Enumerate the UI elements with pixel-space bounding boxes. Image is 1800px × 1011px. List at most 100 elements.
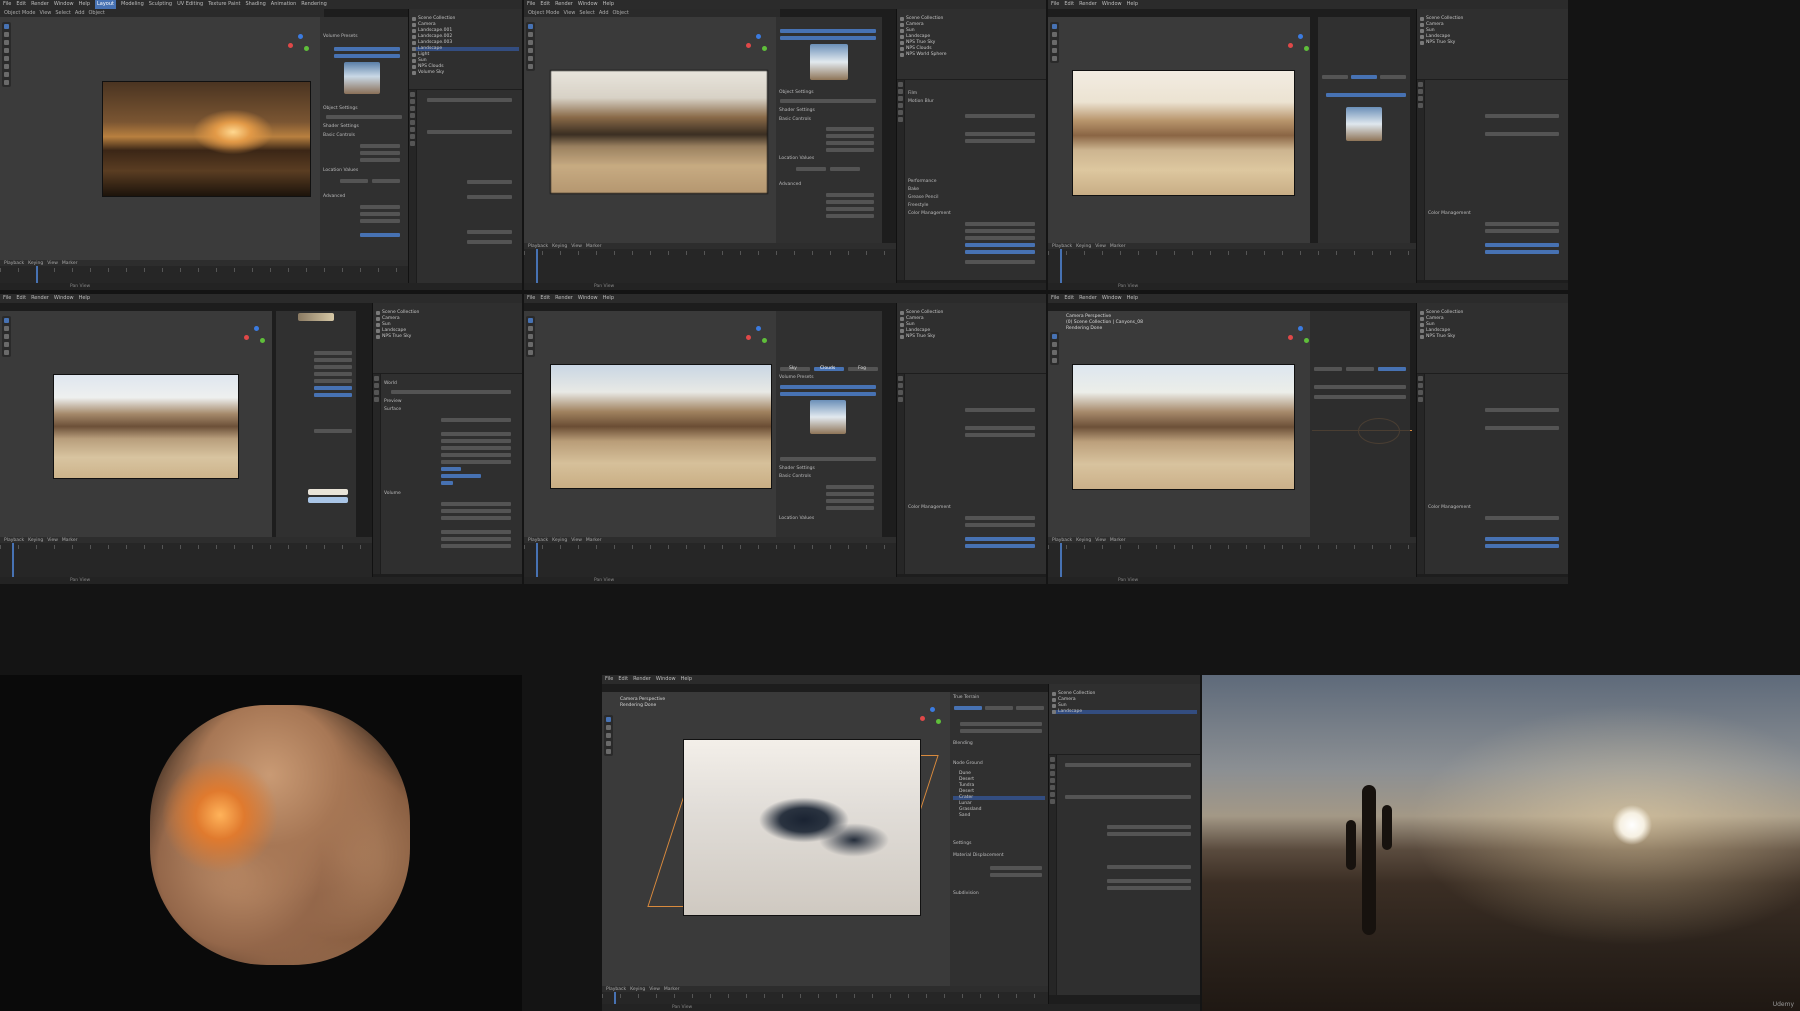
outliner-row[interactable]: Landscape	[382, 328, 406, 333]
menu-window[interactable]: Window	[54, 294, 74, 303]
keying-menu[interactable]: Keying	[28, 538, 43, 543]
use-shader-speed-up-button[interactable]	[960, 729, 1042, 733]
use-clouds-toggle[interactable]	[780, 36, 876, 40]
subdivision-levels-field[interactable]	[1107, 825, 1191, 829]
exposure-field[interactable]	[1485, 408, 1559, 412]
cursor-tool-icon[interactable]	[528, 32, 533, 37]
levels-field[interactable]	[467, 180, 512, 184]
menu-edit[interactable]: Edit	[618, 675, 628, 684]
cursor-tool-icon[interactable]	[4, 326, 9, 331]
rotate-tool-icon[interactable]	[4, 48, 9, 53]
air-field[interactable]	[441, 467, 461, 471]
sun-size-field[interactable]	[314, 351, 352, 355]
menu-edit[interactable]: Edit	[16, 0, 26, 9]
menu-window[interactable]: Window	[54, 0, 74, 9]
scene-tab-icon[interactable]	[898, 110, 903, 115]
clouds-tab[interactable]	[1346, 367, 1374, 371]
world-tab-icon[interactable]	[898, 397, 903, 402]
terrain-preset-crater[interactable]: Crater	[959, 795, 973, 800]
terrain-preset-desert-2[interactable]: Desert	[959, 789, 974, 794]
playback-menu[interactable]: Playback	[1052, 244, 1072, 249]
frame-ruler[interactable]	[1048, 545, 1416, 549]
object-tab-icon[interactable]	[1050, 792, 1055, 797]
fog-tab[interactable]	[1380, 75, 1406, 79]
cursor-tool-icon[interactable]	[1052, 342, 1057, 347]
modifier-tab-icon[interactable]	[410, 141, 415, 146]
keying-menu[interactable]: Keying	[630, 987, 645, 992]
output-tab-icon[interactable]	[898, 96, 903, 101]
menu-help[interactable]: Help	[79, 294, 90, 303]
frame-ruler[interactable]	[0, 545, 372, 549]
outliner-row[interactable]: Sun	[1426, 322, 1435, 327]
menu-render[interactable]: Render	[555, 294, 573, 303]
timeline[interactable]: Playback Keying View Marker	[1048, 243, 1416, 283]
view-menu[interactable]: View	[40, 10, 52, 16]
outliner-row[interactable]: Camera	[1426, 316, 1444, 321]
ozone-field[interactable]	[314, 393, 352, 397]
tab-modeling[interactable]: Modeling	[121, 0, 144, 9]
outliner-row[interactable]: NPS True Sky	[382, 334, 411, 339]
outliner-row[interactable]: NPS Clouds	[418, 64, 444, 69]
exposure-field[interactable]	[1485, 114, 1559, 118]
render-tab-icon[interactable]	[410, 99, 415, 104]
cloud-softness-slider[interactable]	[826, 148, 874, 152]
menu-file[interactable]: File	[1051, 0, 1059, 9]
timeline[interactable]: Playback Keying View Marker	[1048, 537, 1416, 577]
sun-intensity-field[interactable]	[441, 446, 511, 450]
advanced-slider-2[interactable]	[360, 212, 400, 216]
rotate-tool-icon[interactable]	[4, 342, 9, 347]
annotate-tool-icon[interactable]	[4, 72, 9, 77]
selected-fog-field[interactable]	[1314, 395, 1406, 399]
outliner-row[interactable]: Scene Collection	[1058, 691, 1095, 696]
height-field[interactable]	[314, 365, 352, 369]
marker-menu[interactable]: Marker	[62, 538, 78, 543]
output-tab-icon[interactable]	[1418, 89, 1423, 94]
menu-help[interactable]: Help	[603, 0, 614, 9]
tab-layout[interactable]: Layout	[95, 0, 116, 9]
sky-colour-swatch[interactable]	[308, 489, 348, 495]
volume-field-5[interactable]	[441, 537, 511, 541]
exposure-slider[interactable]	[965, 243, 1035, 247]
outliner-row[interactable]: Light	[418, 52, 429, 57]
outliner-row[interactable]: Landscape	[1426, 34, 1450, 39]
world-tab-icon[interactable]	[1050, 785, 1055, 790]
cloud-preset-thumbnail[interactable]	[810, 400, 846, 434]
outliner-row[interactable]: Volume Sky	[418, 70, 444, 75]
menu-help[interactable]: Help	[681, 675, 692, 684]
timeline[interactable]: Playback Keying View Marker	[0, 537, 372, 577]
outliner-row[interactable]: Scene Collection	[382, 310, 419, 315]
sky-tab[interactable]	[1314, 367, 1342, 371]
outliner-row[interactable]: Sun	[906, 322, 915, 327]
sky-tab[interactable]	[1322, 75, 1348, 79]
move-tool-icon[interactable]	[4, 40, 9, 45]
navigation-gizmo[interactable]	[920, 707, 944, 731]
filter-type-field[interactable]	[965, 132, 1035, 136]
cloud-density-slider[interactable]	[360, 151, 400, 155]
terrain-preset-sand[interactable]: Sand	[959, 813, 970, 818]
outliner-row[interactable]: NPS World Sphere	[906, 52, 947, 57]
keying-menu[interactable]: Keying	[552, 538, 567, 543]
marker-menu[interactable]: Marker	[586, 244, 602, 249]
world-tab-icon[interactable]	[898, 117, 903, 122]
modifier-name-field[interactable]	[1065, 795, 1191, 799]
move-tool-icon[interactable]	[606, 733, 611, 738]
menu-window[interactable]: Window	[1102, 294, 1122, 303]
menu-edit[interactable]: Edit	[540, 294, 550, 303]
navigation-gizmo[interactable]	[746, 34, 770, 58]
outliner-row[interactable]: Landscape	[906, 328, 930, 333]
gamma-slider[interactable]	[1485, 544, 1559, 548]
sun-disc-field[interactable]	[314, 429, 352, 433]
terrain-preset-lunar[interactable]: Lunar	[959, 801, 972, 806]
tab-uv-editing[interactable]: UV Editing	[177, 0, 203, 9]
menu-render[interactable]: Render	[31, 294, 49, 303]
location-x-field[interactable]	[340, 179, 368, 183]
volume-density-field[interactable]	[441, 502, 511, 506]
width-field[interactable]	[965, 139, 1035, 143]
menu-edit[interactable]: Edit	[1064, 294, 1074, 303]
rotate-tool-icon[interactable]	[1052, 358, 1057, 363]
outliner-row[interactable]: Landscape	[1058, 709, 1082, 714]
cloud-preset-thumbnail[interactable]	[344, 62, 380, 94]
object-menu[interactable]: Object	[613, 10, 629, 16]
outliner-row[interactable]: Scene Collection	[906, 310, 943, 315]
look-select[interactable]	[965, 236, 1035, 240]
